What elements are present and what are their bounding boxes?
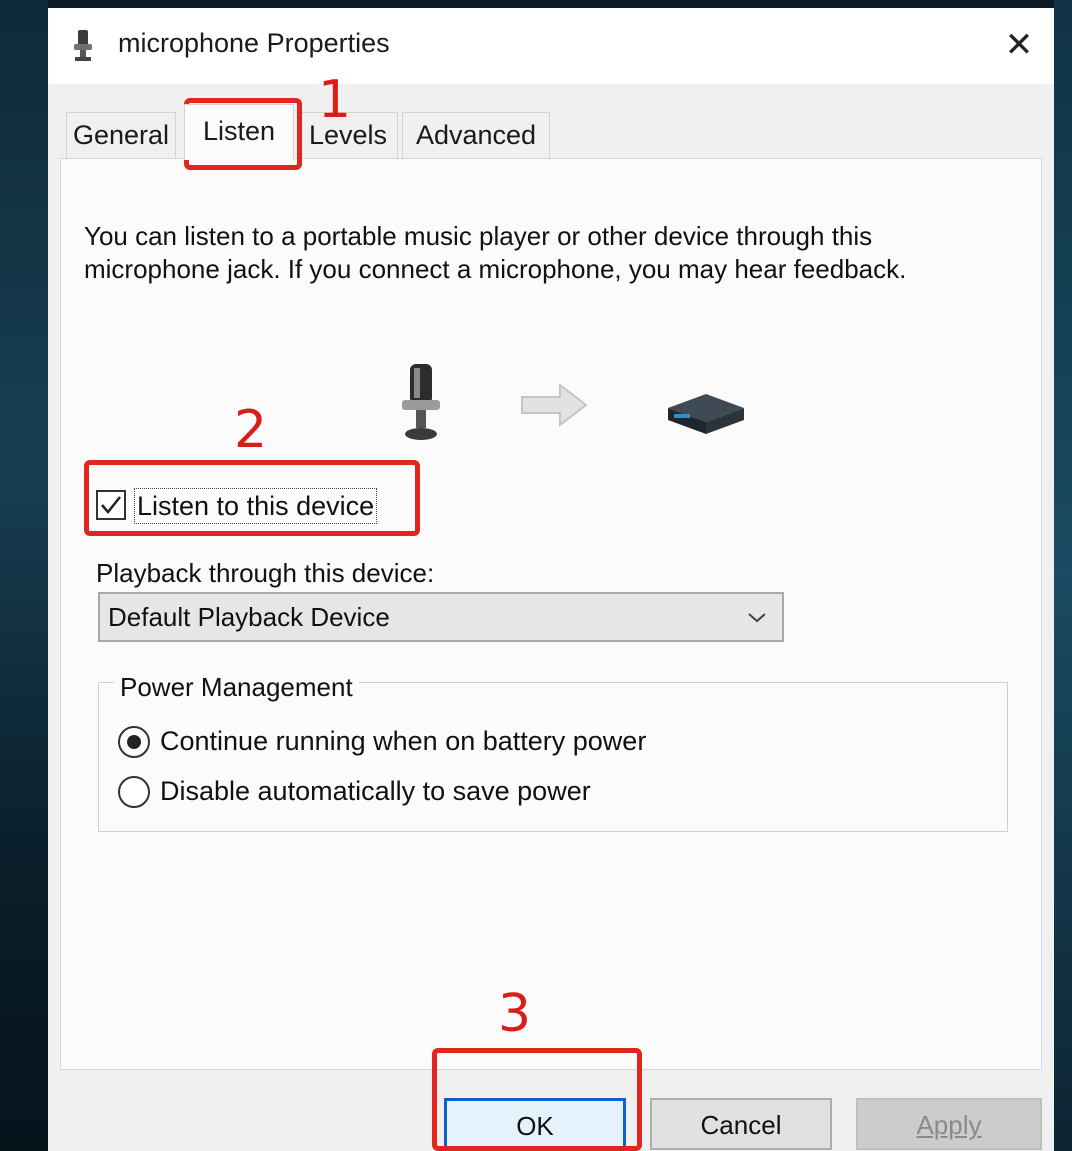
playback-device-select[interactable]: Default Playback Device xyxy=(98,592,784,642)
annotation-number-2: 2 xyxy=(234,400,268,460)
continue-radio-label[interactable]: Continue running when on battery power xyxy=(160,726,646,757)
close-button[interactable]: ✕ xyxy=(996,22,1042,68)
listen-to-device-label[interactable]: Listen to this device xyxy=(134,488,378,524)
disable-radio[interactable] xyxy=(118,776,150,808)
desktop-background-left xyxy=(0,0,48,1151)
listen-to-device-checkbox[interactable] xyxy=(96,490,126,520)
playback-label: Playback through this device: xyxy=(96,558,435,588)
power-management-group xyxy=(98,682,1008,832)
tab-advanced[interactable]: Advanced xyxy=(402,112,550,158)
tab-general[interactable]: General xyxy=(66,112,176,158)
title-bar: microphone Properties ✕ xyxy=(48,8,1054,84)
annotation-number-1: 1 xyxy=(318,70,352,130)
tab-listen[interactable]: Listen xyxy=(184,104,294,160)
ok-button[interactable]: OK xyxy=(444,1098,626,1150)
apply-button[interactable]: Apply xyxy=(856,1098,1042,1150)
close-icon: ✕ xyxy=(1004,26,1034,64)
arrow-right-icon xyxy=(521,382,588,428)
annotation-number-3: 3 xyxy=(498,984,532,1044)
listen-description: You can listen to a portable music playe… xyxy=(84,221,907,284)
microphone-icon xyxy=(402,364,440,440)
microphone-icon xyxy=(74,30,92,61)
power-management-title: Power Management xyxy=(114,672,359,703)
playback-device-value: Default Playback Device xyxy=(108,602,390,632)
desktop-background-right xyxy=(1054,0,1072,1151)
continue-radio[interactable] xyxy=(118,726,150,758)
cancel-button[interactable]: Cancel xyxy=(650,1098,832,1150)
chevron-down-icon xyxy=(748,613,766,623)
speaker-device-icon xyxy=(668,394,744,434)
disable-radio-label[interactable]: Disable automatically to save power xyxy=(160,776,591,807)
window-title: microphone Properties xyxy=(118,28,390,58)
radio-selected-dot xyxy=(127,735,141,749)
checkmark-icon xyxy=(101,496,121,514)
properties-dialog: microphone Properties ✕ General Listen L… xyxy=(48,8,1054,1151)
